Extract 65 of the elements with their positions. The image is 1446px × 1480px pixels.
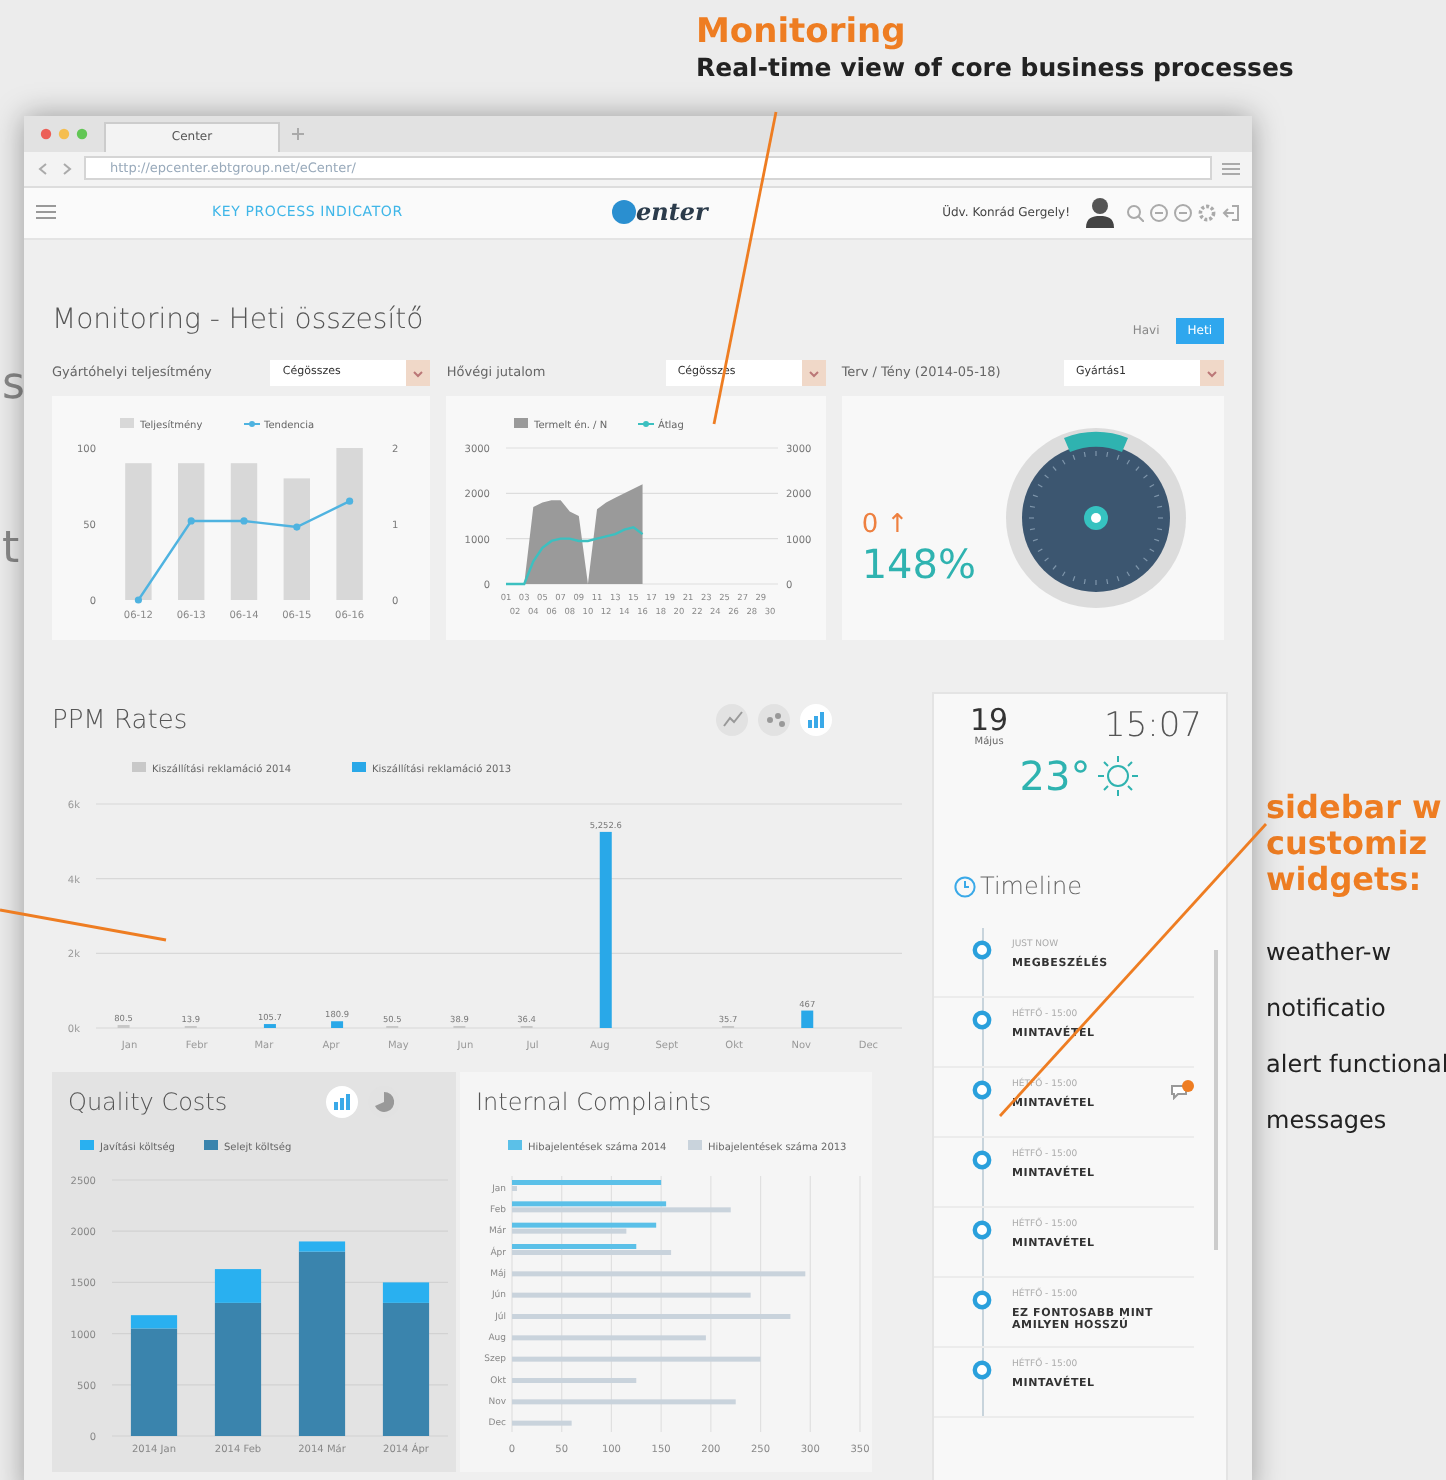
settings-icon[interactable] xyxy=(1198,203,1216,222)
line-chart-icon[interactable] xyxy=(716,704,748,736)
bar xyxy=(331,1021,344,1028)
logo-icon xyxy=(612,200,636,225)
bar xyxy=(801,1010,814,1028)
bar xyxy=(512,1420,572,1426)
panel-title: Internal Complaints xyxy=(476,1088,712,1116)
timeline-dot-icon xyxy=(972,1290,992,1310)
caret-icon xyxy=(1200,359,1224,385)
date-day: 19 xyxy=(970,706,1009,736)
bar xyxy=(177,463,204,600)
change-value: 0 ↑ xyxy=(861,509,911,539)
timeline-dot-icon xyxy=(972,1010,992,1030)
logout-icon[interactable] xyxy=(1222,203,1240,222)
annotation-text: messages xyxy=(1266,1106,1389,1134)
scatter-chart-icon[interactable] xyxy=(758,704,790,736)
sun-icon xyxy=(1096,754,1141,798)
user-avatar-icon[interactable] xyxy=(1086,196,1114,229)
menu-icon[interactable] xyxy=(1222,161,1240,176)
bar xyxy=(230,463,257,600)
timeline-title: Timeline xyxy=(980,872,1083,900)
minus-circle-icon[interactable] xyxy=(1174,203,1192,222)
annotation-title: sidebar w xyxy=(1266,790,1444,826)
timeline-dot-icon xyxy=(972,940,992,960)
point xyxy=(134,596,142,604)
annotation-title: customiz xyxy=(1266,826,1430,862)
timeline-dot-icon xyxy=(972,1080,992,1100)
annotation-text: weather-w xyxy=(1266,938,1394,966)
minus-circle-icon[interactable] xyxy=(1150,203,1168,222)
caret-icon xyxy=(801,359,826,385)
annotation-text: alert functional xyxy=(1266,1050,1446,1078)
point xyxy=(187,517,195,525)
trend-line xyxy=(506,526,644,586)
menu-icon[interactable] xyxy=(36,204,56,221)
timeline-dot-icon xyxy=(972,1360,992,1380)
clock-time: 15:07 xyxy=(1104,706,1202,748)
window-controls-icon[interactable] xyxy=(40,127,92,140)
forward-icon[interactable] xyxy=(60,161,74,176)
percent-value: 148% xyxy=(861,539,976,587)
caret-icon xyxy=(406,359,431,385)
timeline-dot-icon xyxy=(972,1220,992,1240)
annotation-text: notificatio xyxy=(1266,994,1388,1022)
annotation-fragment: s xyxy=(2,360,25,410)
back-icon[interactable] xyxy=(36,161,50,176)
timeline-dot-icon xyxy=(972,1150,992,1170)
bar xyxy=(512,1378,637,1383)
logo-text: enter xyxy=(636,198,708,227)
panel-title: PPM Rates xyxy=(52,705,190,735)
annotation-fragment: t xyxy=(2,524,20,574)
annotation-text: Real-time view of core business processes xyxy=(696,52,1294,82)
point xyxy=(292,523,300,531)
bar xyxy=(124,463,151,600)
clock-icon xyxy=(954,875,976,897)
bar-chart-icon[interactable] xyxy=(326,1086,358,1118)
point xyxy=(239,517,248,525)
new-tab-icon[interactable] xyxy=(292,127,304,140)
annotation-title: Monitoring xyxy=(696,12,908,52)
bar-chart-icon[interactable] xyxy=(800,704,832,736)
temperature: 23° xyxy=(1019,752,1091,800)
search-icon[interactable] xyxy=(1126,203,1144,222)
page-title: Monitoring - Heti összesítő xyxy=(52,304,424,336)
annotation-title: widgets: xyxy=(1266,862,1424,898)
point xyxy=(345,497,353,505)
bar xyxy=(283,478,310,600)
panel-title: Quality Costs xyxy=(68,1088,230,1116)
